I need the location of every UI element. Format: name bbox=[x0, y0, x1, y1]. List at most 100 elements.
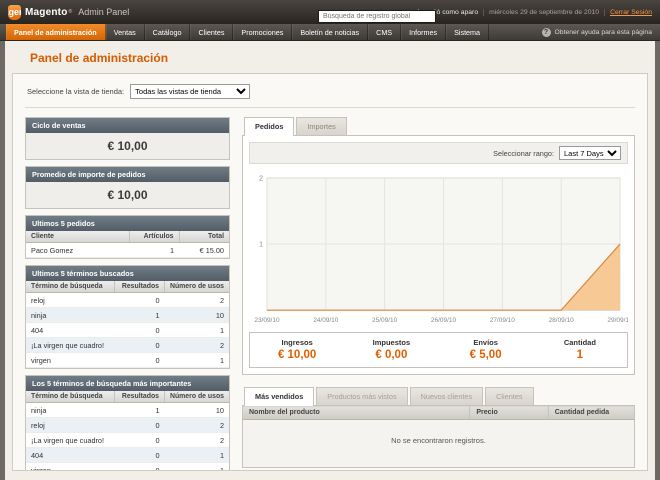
column-header: Resultados bbox=[115, 281, 165, 293]
nav-item-informes[interactable]: Informes bbox=[401, 24, 446, 40]
help-label: Obtener ayuda para esta página bbox=[555, 29, 653, 36]
svg-text:29/09/10: 29/09/10 bbox=[607, 317, 628, 324]
content-area: Panel de administración Seleccione la vi… bbox=[5, 41, 655, 480]
column-header: Término de búsqueda bbox=[26, 391, 115, 403]
svg-text:27/09/10: 27/09/10 bbox=[490, 317, 516, 324]
nav-item-promociones[interactable]: Promociones bbox=[233, 24, 292, 40]
column-header: Cliente bbox=[26, 231, 129, 243]
nav-item-dashboard[interactable]: Panel de administración bbox=[6, 24, 106, 40]
tab-importes[interactable]: Importes bbox=[296, 117, 346, 135]
column-header: Nombre del producto bbox=[243, 406, 470, 420]
table-row: ¡La virgen que cuadro!02 bbox=[26, 338, 229, 353]
last-orders-panel: Ultimos 5 pedidos ClienteArtículosTotal … bbox=[25, 215, 230, 259]
product-name: Admin Panel bbox=[78, 7, 129, 17]
table-row: reloj02 bbox=[26, 293, 229, 308]
dashboard-right-column: Pedidos Importes Seleccionar rango: Last… bbox=[242, 117, 635, 462]
column-header: Total bbox=[179, 231, 229, 243]
table-row: ninja110 bbox=[26, 403, 229, 418]
tab-mas-vendidos[interactable]: Más vendidos bbox=[244, 387, 314, 406]
nav-item-clientes[interactable]: Clientes bbox=[190, 24, 233, 40]
table-row: reloj02 bbox=[26, 418, 229, 433]
panel-title: Ciclo de ventas bbox=[26, 118, 229, 133]
empty-row: No se encontraron registros. bbox=[243, 420, 635, 468]
page-help-link[interactable]: ? Obtener ayuda para esta página bbox=[542, 24, 653, 40]
table-header-row: Término de búsquedaResultadosNúmero de u… bbox=[26, 391, 229, 403]
last-orders-table: ClienteArtículosTotal Paco Gomez1€ 15.00 bbox=[26, 231, 229, 258]
chart-tabs: Pedidos Importes bbox=[242, 117, 635, 135]
no-records-message: No se encontraron registros. bbox=[243, 420, 635, 468]
help-icon: ? bbox=[542, 28, 551, 37]
panel-title: Ultimos 5 términos buscados bbox=[26, 266, 229, 281]
magento-logo-icon: Magento bbox=[8, 5, 21, 20]
table-header-row: Nombre del productoPrecioCantidad pedida bbox=[243, 406, 635, 420]
column-header: Número de usos bbox=[165, 281, 230, 293]
table-row: 40401 bbox=[26, 323, 229, 338]
column-header: Artículos bbox=[129, 231, 179, 243]
svg-text:24/09/10: 24/09/10 bbox=[313, 317, 339, 324]
main-navigation: Panel de administración Ventas Catálogo … bbox=[0, 24, 660, 41]
totals-row: Ingresos € 10,00 Impuestos € 0,00 Envíos… bbox=[249, 332, 628, 368]
store-view-select[interactable]: Todas las vistas de tienda bbox=[130, 84, 250, 99]
table-row: 40401 bbox=[26, 448, 229, 463]
current-date: miércoles 29 de septiembre de 2010 bbox=[483, 9, 599, 16]
total-impuestos: Impuestos € 0,00 bbox=[344, 333, 438, 367]
table-row: Paco Gomez1€ 15.00 bbox=[26, 243, 229, 258]
table-header-row: ClienteArtículosTotal bbox=[26, 231, 229, 243]
tab-nuevos-clientes[interactable]: Nuevos clientes bbox=[410, 387, 484, 405]
orders-chart: 23/09/10 24/09/10 25/09/10 26/09/10 27/09/10… bbox=[249, 170, 628, 326]
nav-item-cms[interactable]: CMS bbox=[368, 24, 401, 40]
last-search-terms-table: Término de búsquedaResultadosNúmero de u… bbox=[26, 281, 229, 368]
table-row: virgen01 bbox=[26, 463, 229, 472]
global-search bbox=[318, 5, 436, 23]
panel-title: Promedio de importe de pedidos bbox=[26, 167, 229, 182]
svg-text:25/09/10: 25/09/10 bbox=[372, 317, 398, 324]
tab-pedidos[interactable]: Pedidos bbox=[244, 117, 294, 136]
lifetime-sales-value: € 10,00 bbox=[26, 133, 229, 159]
store-view-label: Seleccione la vista de tienda: bbox=[27, 87, 124, 96]
total-cantidad: Cantidad 1 bbox=[533, 333, 627, 367]
last-search-terms-panel: Ultimos 5 términos buscados Término de b… bbox=[25, 265, 230, 369]
table-row: ninja110 bbox=[26, 308, 229, 323]
range-selector-row: Seleccionar rango: Last 7 Days bbox=[249, 142, 628, 164]
range-select[interactable]: Last 7 Days bbox=[559, 146, 621, 160]
average-orders-panel: Promedio de importe de pedidos € 10,00 bbox=[25, 166, 230, 209]
brand-name: Magento bbox=[25, 7, 68, 18]
tab-productos-mas-vistos[interactable]: Productos más vistos bbox=[316, 387, 407, 405]
range-label: Seleccionar rango: bbox=[493, 149, 554, 158]
nav-item-ventas[interactable]: Ventas bbox=[106, 24, 145, 40]
nav-item-boletin[interactable]: Boletín de noticias bbox=[292, 24, 368, 40]
lifetime-sales-panel: Ciclo de ventas € 10,00 bbox=[25, 117, 230, 160]
total-envios: Envíos € 5,00 bbox=[439, 333, 533, 367]
table-row: virgen01 bbox=[26, 353, 229, 368]
panel-title: Ultimos 5 pedidos bbox=[26, 216, 229, 231]
global-search-input[interactable] bbox=[318, 10, 436, 23]
page-title: Panel de administración bbox=[30, 51, 648, 65]
products-tabs: Más vendidos Productos más vistos Nuevos… bbox=[242, 387, 635, 405]
dashboard-container: Seleccione la vista de tienda: Todas las… bbox=[12, 73, 648, 471]
tab-clientes[interactable]: Clientes bbox=[485, 387, 533, 405]
session-info: Accedió como aparo miércoles 29 de septi… bbox=[416, 9, 652, 16]
registered-mark: ® bbox=[69, 9, 73, 15]
logout-link[interactable]: Cerrar Sesión bbox=[604, 9, 652, 16]
top-header: Magento Magento ® Admin Panel Accedió co… bbox=[0, 0, 660, 24]
column-header: Cantidad pedida bbox=[548, 406, 634, 420]
column-header: Resultados bbox=[115, 391, 165, 403]
store-switcher: Seleccione la vista de tienda: Todas las… bbox=[25, 80, 635, 108]
nav-item-sistema[interactable]: Sistema bbox=[446, 24, 489, 40]
column-header: Precio bbox=[470, 406, 548, 420]
products-table: Nombre del productoPrecioCantidad pedida… bbox=[242, 405, 635, 468]
nav-item-catalogo[interactable]: Catálogo bbox=[145, 24, 191, 40]
panel-title: Los 5 términos de búsqueda más important… bbox=[26, 376, 229, 391]
svg-text:1: 1 bbox=[259, 242, 263, 249]
svg-text:26/09/10: 26/09/10 bbox=[431, 317, 457, 324]
chart-area: 23/09/10 24/09/10 25/09/10 26/09/10 27/09/10… bbox=[249, 170, 628, 326]
dashboard-left-column: Ciclo de ventas € 10,00 Promedio de impo… bbox=[25, 117, 230, 462]
svg-text:23/09/10: 23/09/10 bbox=[254, 317, 280, 324]
column-header: Término de búsqueda bbox=[26, 281, 115, 293]
top-search-terms-table: Término de búsquedaResultadosNúmero de u… bbox=[26, 391, 229, 471]
svg-text:2: 2 bbox=[259, 175, 263, 182]
column-header: Número de usos bbox=[165, 391, 230, 403]
table-row: ¡La virgen que cuadro!02 bbox=[26, 433, 229, 448]
chart-panel: Seleccionar rango: Last 7 Days 23/09/102… bbox=[242, 135, 635, 375]
average-orders-value: € 10,00 bbox=[26, 182, 229, 208]
